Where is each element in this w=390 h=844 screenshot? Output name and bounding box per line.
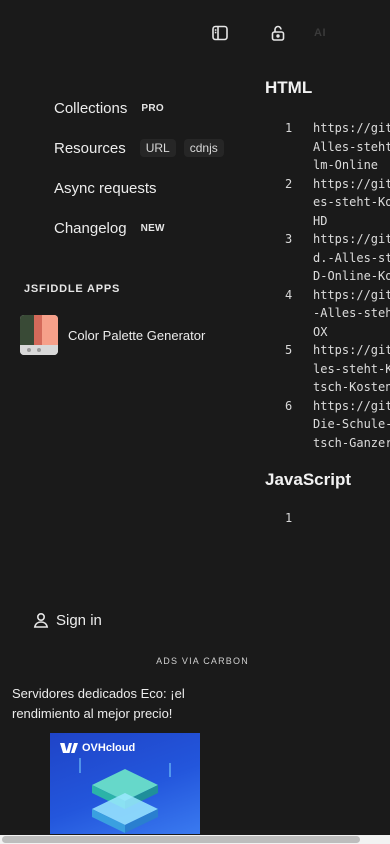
line-number: 3: [285, 232, 293, 246]
line-segment: Alles-steht: [313, 139, 390, 154]
code-line[interactable]: 1 https://git Alles-steht lm-Online: [265, 119, 390, 175]
line-segment: https://git: [313, 343, 390, 357]
nav-item-async-requests[interactable]: Async requests: [54, 168, 254, 208]
unlock-icon[interactable]: [267, 22, 289, 44]
thumbnail-dot: [37, 348, 41, 352]
sign-in-label: Sign in: [56, 611, 102, 629]
pro-badge: PRO: [141, 102, 164, 114]
nav-item-label: Changelog: [54, 219, 127, 237]
line-segment: HD: [313, 213, 328, 228]
apps-heading: JSFIDDLE APPS: [24, 283, 121, 295]
line-number: 5: [285, 343, 293, 357]
code-line[interactable]: 3 https://git d.-Alles-st D-Online-Ko: [265, 230, 390, 286]
cdnjs-pill[interactable]: cdnjs: [183, 139, 224, 157]
line-segment: es-steht-Ko: [313, 195, 390, 209]
line-text: https://git es-steht-Ko HD: [313, 175, 390, 231]
new-badge: NEW: [140, 222, 165, 234]
html-panel[interactable]: HTML 1 https://git Alles-steht lm-Online 2 ht…: [265, 78, 390, 452]
nav-item-label: Async requests: [54, 179, 157, 197]
line-segment: d.-Alles-st: [313, 250, 390, 265]
nav-item-label: Collections: [54, 99, 128, 117]
line-text: https://git d.-Alles-st D-Online-Ko: [313, 230, 390, 286]
app-thumbnail: [20, 315, 58, 355]
line-number: 6: [285, 398, 293, 413]
thumbnail-dot: [27, 348, 31, 352]
nav-item-changelog[interactable]: Changelog NEW: [54, 208, 254, 248]
user-icon: [33, 612, 49, 628]
url-pill[interactable]: URL: [139, 139, 176, 157]
palette-swatch: [20, 315, 34, 345]
palette-swatch: [42, 315, 58, 345]
line-segment: Die-Schule-: [313, 417, 390, 431]
code-line[interactable]: 5 https://git les-steht-K tsch-Kosten: [265, 341, 390, 397]
line-number: 4: [285, 287, 293, 302]
ads-via-carbon-label[interactable]: ADS VIA CARBON: [0, 656, 390, 666]
sign-in-button[interactable]: Sign in: [32, 611, 102, 629]
ad-text[interactable]: Servidores dedicados Eco: ¡el rendimient…: [12, 684, 212, 724]
line-number: 2: [285, 176, 293, 191]
line-text: https://git Die-Schule-tsch-Ganzer: [313, 397, 390, 453]
code-line[interactable]: 4 https://git -Alles-steh OX: [265, 286, 390, 342]
line-number: 1: [285, 121, 293, 135]
line-segment: OX: [313, 324, 328, 339]
nav-item-label: Resources: [54, 139, 126, 157]
html-panel-title: HTML: [265, 78, 313, 97]
code-line[interactable]: 6 https://git Die-Schule-tsch-Ganzer: [265, 397, 390, 453]
side-nav: Collections PRO Resources URL cdnjs Asyn…: [54, 88, 254, 248]
line-number: 1: [285, 511, 293, 525]
app-name: Color Palette Generator: [68, 327, 206, 343]
line-segment: https://git: [313, 398, 390, 413]
line-segment: D-Online-Ko: [313, 269, 390, 283]
nav-item-collections[interactable]: Collections PRO: [54, 88, 254, 128]
line-segment: tsch-Ganzer: [313, 435, 390, 450]
server-illustration: [79, 758, 171, 833]
js-code-editor[interactable]: 1: [265, 509, 390, 528]
scrollbar-thumb[interactable]: [2, 836, 360, 843]
line-text: https://git -Alles-steh OX: [313, 286, 390, 342]
html-code-editor[interactable]: 1 https://git Alles-steht lm-Online 2 https:/…: [265, 119, 390, 452]
line-text: https://git les-steht-K tsch-Kosten: [313, 341, 390, 397]
line-segment: les-steht-K: [313, 361, 390, 376]
line-segment: lm-Online: [313, 158, 379, 172]
code-line[interactable]: 1: [265, 509, 390, 528]
ai-button[interactable]: AI: [314, 27, 326, 39]
horizontal-scrollbar[interactable]: [0, 835, 390, 844]
line-segment: -Alles-steh: [313, 306, 390, 320]
sidebar-toggle-icon[interactable]: [209, 22, 231, 44]
line-segment: https://git: [313, 121, 390, 135]
code-line[interactable]: 2 https://git es-steht-Ko HD: [265, 175, 390, 231]
line-segment: https://git: [313, 287, 390, 302]
js-panel-title: JavaScript: [265, 470, 351, 489]
line-segment: tsch-Kosten: [313, 380, 390, 394]
ad-image[interactable]: OVHcloud: [50, 733, 200, 834]
nav-item-resources[interactable]: Resources URL cdnjs: [54, 128, 254, 168]
line-segment: https://git: [313, 232, 390, 246]
line-segment: https://git: [313, 176, 390, 191]
app-item-color-palette-generator[interactable]: Color Palette Generator: [20, 315, 205, 355]
line-text: https://git Alles-steht lm-Online: [313, 119, 390, 175]
palette-swatch: [34, 315, 42, 345]
